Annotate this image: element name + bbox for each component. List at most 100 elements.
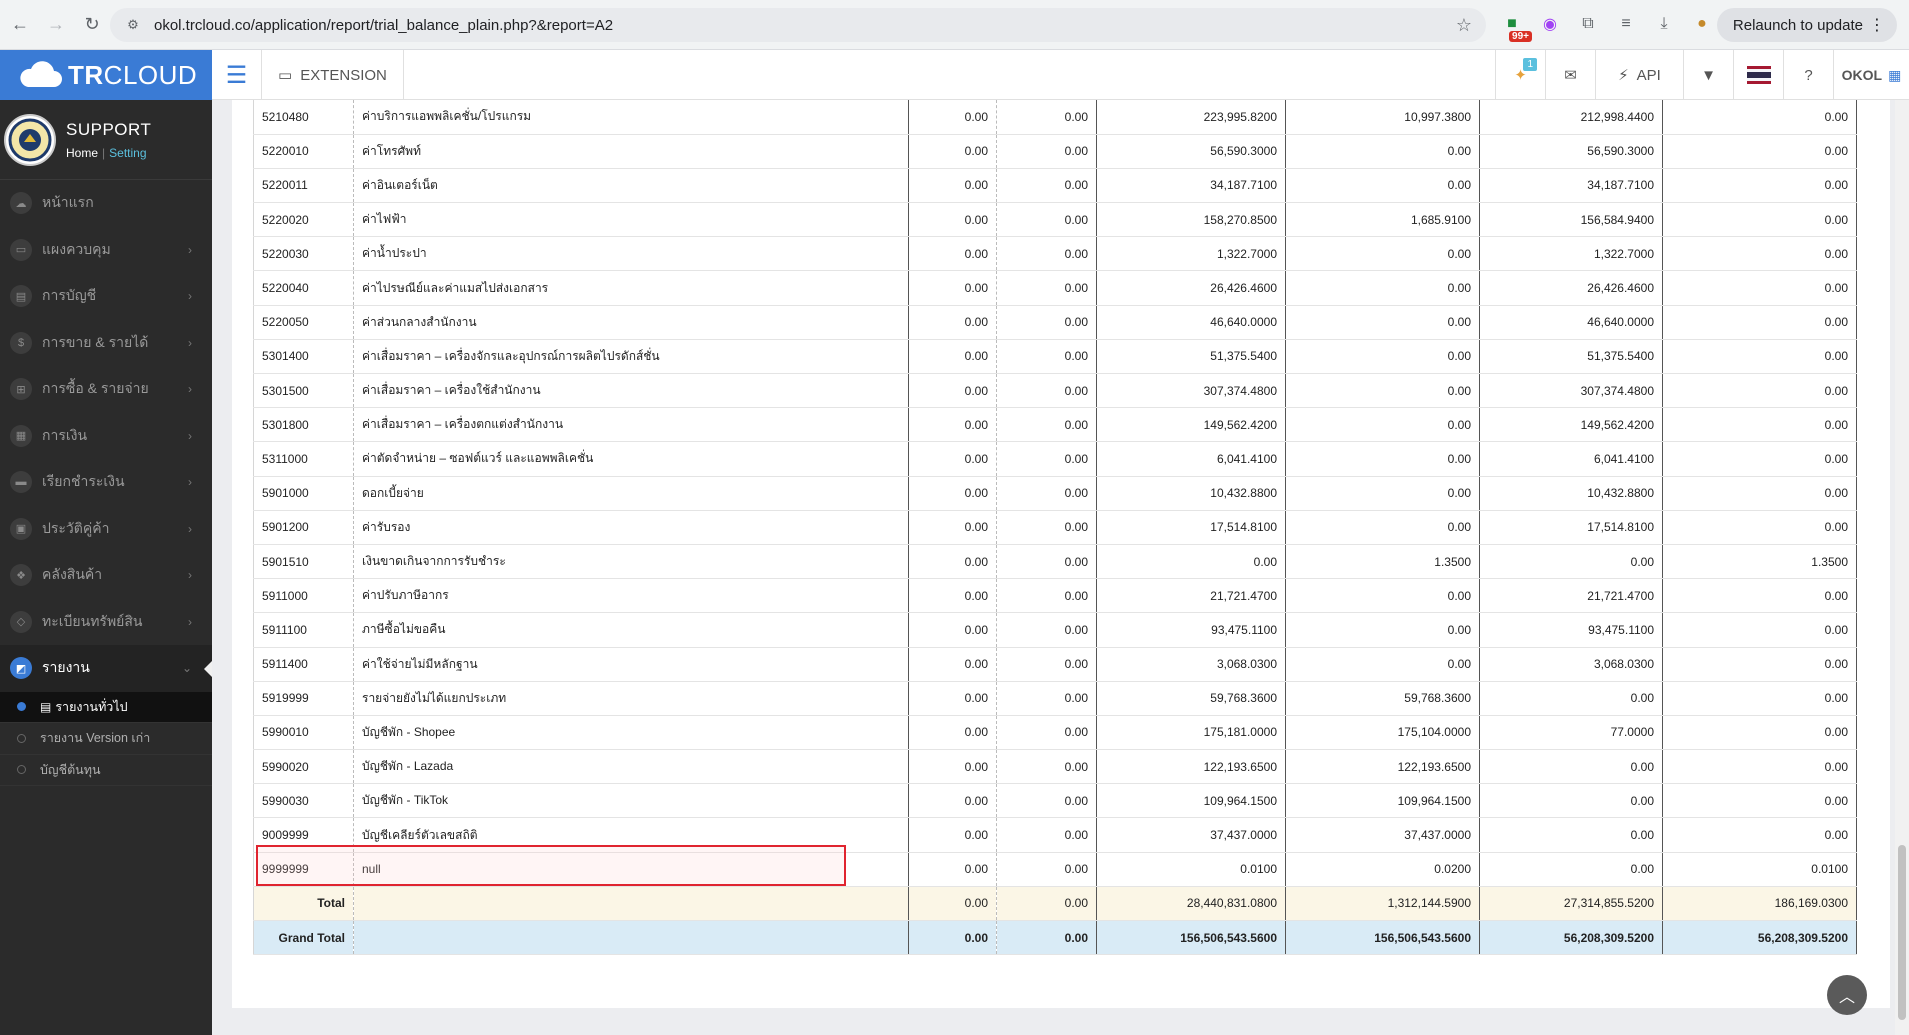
sidebar-item-report[interactable]: ◩ รายงาน ⌄ <box>0 645 212 692</box>
account-name-cell: ค่าบริการแอพพลิเคชั่น/โปรแกรม <box>353 100 909 135</box>
scrollbar-thumb[interactable] <box>1898 845 1906 1020</box>
relaunch-label: Relaunch to update <box>1732 16 1863 34</box>
help-icon[interactable]: ? <box>1783 50 1833 100</box>
amount-cell: 0.00 <box>996 100 1097 135</box>
account-name-cell: ค่าโทรศัพท์ <box>353 134 909 169</box>
sidebar-item-4[interactable]: ⊞ การซื้อ & รายจ่าย › <box>0 366 212 413</box>
trcloud-logo[interactable]: TR CLOUD <box>0 50 212 100</box>
api-button[interactable]: ⚡ API <box>1595 50 1683 100</box>
account-code-cell: 5990010 <box>253 715 354 751</box>
notification-button[interactable]: ✦ 1 <box>1495 50 1545 100</box>
sidebar-item-label: หน้าแรก <box>42 194 94 211</box>
sidebar-item-2[interactable]: ▤ การบัญชี › <box>0 273 212 320</box>
back-arrow-icon[interactable]: ← <box>4 9 36 41</box>
setting-link[interactable]: Setting <box>109 146 146 160</box>
sidebar-item-8[interactable]: ❖ คลังสินค้า › <box>0 552 212 599</box>
scroll-to-top-button[interactable]: ︿ <box>1827 975 1867 1015</box>
thai-flag-icon <box>1746 66 1771 84</box>
media-queue-icon[interactable]: ≡ <box>1614 12 1638 36</box>
amount-cell: 0.00 <box>1285 578 1480 614</box>
table-row: 5901510 เงินขาดเกินจากการรับชำระ 0.00 0.00 0… <box>253 544 1857 580</box>
logo-text-bold: TR <box>68 59 104 90</box>
hamburger-menu-icon[interactable]: ☰ <box>212 50 262 100</box>
amount-cell: 0.00 <box>1662 236 1857 272</box>
sidebar-item-0[interactable]: ☁ หน้าแรก <box>0 180 212 227</box>
table-row: 5220011 ค่าอินเตอร์เน็ต 0.00 0.00 34,187.710… <box>253 168 1857 204</box>
reload-icon[interactable]: ↻ <box>76 9 108 41</box>
amount-cell: 0.00 <box>996 441 1097 477</box>
amount-cell: 28,440,831.0800 <box>1096 886 1286 922</box>
account-name-cell <box>353 920 909 956</box>
profile-block: SUPPORT Home | Setting <box>0 100 212 180</box>
sidebar-item-5[interactable]: ▦ การเงิน › <box>0 413 212 460</box>
amount-cell: 0.00 <box>908 373 997 409</box>
amount-cell: 0.00 <box>996 578 1097 614</box>
kebab-menu-icon[interactable]: ⋮ <box>1869 15 1885 35</box>
amount-cell: 3,068.0300 <box>1096 647 1286 682</box>
address-bar[interactable]: ⚙ okol.trcloud.co/application/report/tri… <box>110 8 1486 42</box>
submenu-item-1[interactable]: รายงาน Version เก่า <box>0 723 212 755</box>
account-name-cell: ค่าส่วนกลางสำนักงาน <box>353 305 909 340</box>
sidebar-item-1[interactable]: ▭ แผงควบคุม › <box>0 227 212 274</box>
envelope-icon: ✉ <box>1564 67 1577 84</box>
amount-cell: 0.00 <box>908 134 997 169</box>
amount-cell: 0.00 <box>1285 134 1480 169</box>
sidebar-item-6[interactable]: ▬ เรียกชำระเงิน › <box>0 459 212 506</box>
home-link[interactable]: Home <box>66 146 98 160</box>
chevron-right-icon: › <box>188 568 192 583</box>
account-code-cell: 5220050 <box>253 305 354 340</box>
table-row: 5220050 ค่าส่วนกลางสำนักงาน 0.00 0.00 46,640… <box>253 305 1857 340</box>
profile-avatar-icon[interactable]: ● <box>1690 12 1714 36</box>
bookmark-star-icon[interactable]: ☆ <box>1456 15 1472 36</box>
table-row: 5210480 ค่าบริการแอพพลิเคชั่น/โปรแกรม 0.00… <box>253 100 1857 135</box>
submenu-item-2[interactable]: บัญชีต้นทุน <box>0 755 212 786</box>
account-name-cell: ภาษีซื้อไม่ขอคืน <box>353 612 909 648</box>
page-scrollbar[interactable] <box>1895 100 1909 1035</box>
sidebar-item-3[interactable]: $ การขาย & รายได้ › <box>0 320 212 367</box>
account-code-cell: 5220040 <box>253 270 354 306</box>
extension-button[interactable]: ▭ EXTENSION <box>262 50 404 100</box>
sidebar-item-7[interactable]: ▣ ประวัติคู่ค้า › <box>0 506 212 553</box>
submenu-item-0[interactable]: ▤ รายงานทั่วไป <box>0 691 212 723</box>
company-switcher[interactable]: OKOL ▦ <box>1833 50 1909 100</box>
mail-button[interactable]: ✉ <box>1545 50 1595 100</box>
account-name-cell: บัญชีพัก - Shopee <box>353 715 909 751</box>
site-settings-icon[interactable]: ⚙ <box>124 16 142 34</box>
language-flag-button[interactable] <box>1733 50 1783 100</box>
amount-cell: 0.00 <box>1662 612 1857 648</box>
amount-cell: 0.00 <box>908 612 997 648</box>
forward-arrow-icon[interactable]: → <box>40 9 72 41</box>
account-name-cell: ค่าไปรษณีย์และค่าแมสไปส่งเอกสาร <box>353 270 909 306</box>
relaunch-button[interactable]: Relaunch to update ⋮ <box>1716 8 1897 42</box>
amount-cell: 158,270.8500 <box>1096 202 1286 238</box>
dropdown-caret-icon[interactable]: ▼ <box>1683 50 1733 100</box>
amount-cell: 17,514.8100 <box>1096 510 1286 545</box>
sidebar-item-9[interactable]: ◇ ทะเบียนทรัพย์สิน › <box>0 599 212 646</box>
amount-cell: 0.00 <box>1285 305 1480 340</box>
puzzle-icon[interactable]: ⧉ <box>1576 12 1600 36</box>
avatar[interactable] <box>4 113 56 166</box>
table-row: 5990010 บัญชีพัก - Shopee 0.00 0.00 175,181.… <box>253 715 1857 751</box>
download-icon[interactable]: ⤓ <box>1652 12 1676 36</box>
amount-cell: 0.00 <box>1662 270 1857 306</box>
api-label: API <box>1636 66 1661 84</box>
amount-cell: 0.00 <box>908 544 997 580</box>
amount-cell: 37,437.0000 <box>1285 817 1480 853</box>
table-row: 5911000 ค่าปรับภาษีอากร 0.00 0.00 21,721.470… <box>253 578 1857 614</box>
amount-cell: 0.00 <box>1662 100 1857 135</box>
amount-cell: 0.00 <box>996 373 1097 409</box>
amount-cell: 93,475.1100 <box>1096 612 1286 648</box>
account-name-cell: ค่าอินเตอร์เน็ต <box>353 168 909 204</box>
extension-badge-icon[interactable]: ■ 99+ <box>1500 12 1532 42</box>
amount-cell: 1,685.9100 <box>1285 202 1480 238</box>
color-wheel-icon[interactable]: ◉ <box>1538 12 1562 36</box>
amount-cell: 0.00 <box>1662 681 1857 716</box>
amount-cell: 0.00 <box>996 236 1097 272</box>
account-code-cell: Total <box>253 886 354 922</box>
table-row: 5911400 ค่าใช้จ่ายไม่มีหลักฐาน 0.00 0.00 3,0… <box>253 647 1857 682</box>
account-name-cell: ค่าเสื่อมราคา – เครื่องใช้สำนักงาน <box>353 373 909 409</box>
amount-cell: 6,041.4100 <box>1096 441 1286 477</box>
amount-cell: 0.00 <box>1662 373 1857 409</box>
amount-cell: 0.00 <box>1285 168 1480 204</box>
amount-cell: 0.00 <box>1285 270 1480 306</box>
